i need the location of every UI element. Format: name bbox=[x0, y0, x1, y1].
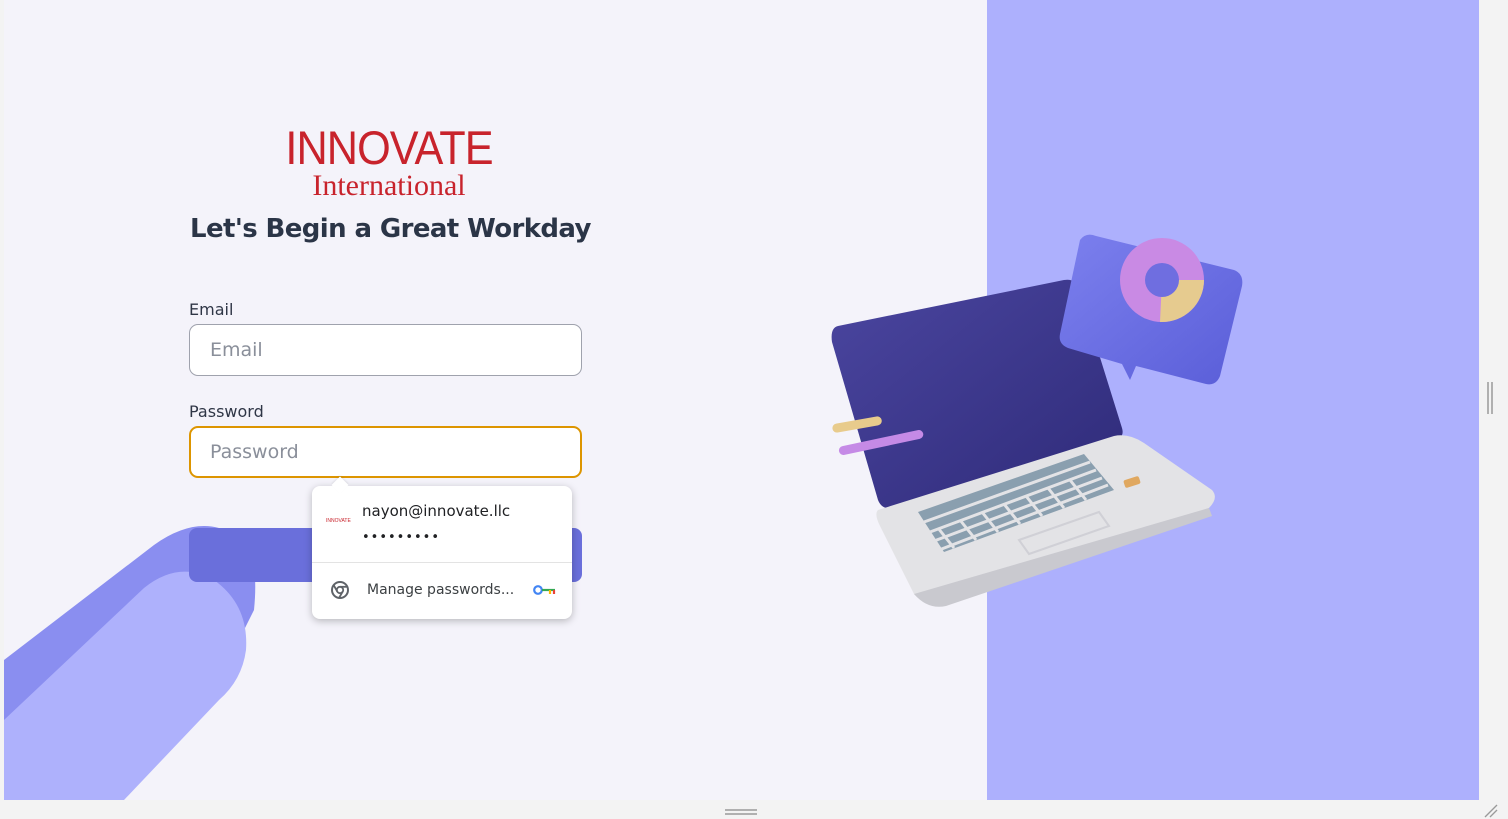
page-viewport: INNOVATE International Let's Begin a Gre… bbox=[4, 0, 1479, 800]
site-favicon-icon: INNOVATE bbox=[326, 518, 351, 524]
hand-arm-illustration bbox=[4, 526, 256, 800]
logo-line-international: International bbox=[312, 169, 466, 202]
password-autofill-popup: INNOVATE nayon@innovate.llc ••••••••• Ma… bbox=[312, 476, 572, 619]
password-label: Password bbox=[189, 402, 264, 421]
key-icon bbox=[533, 585, 556, 595]
saved-credential-password: ••••••••• bbox=[362, 530, 441, 545]
chrome-icon bbox=[331, 581, 349, 599]
innovate-logo: INNOVATE International bbox=[274, 121, 504, 202]
horizontal-resize-handle[interactable] bbox=[724, 808, 758, 816]
saved-credential-item[interactable]: INNOVATE nayon@innovate.llc ••••••••• bbox=[312, 486, 572, 562]
page-title: Let's Begin a Great Workday bbox=[190, 214, 592, 244]
manage-passwords-item[interactable]: Manage passwords... bbox=[312, 563, 572, 619]
email-label: Email bbox=[189, 300, 234, 319]
logo-line-innovate: INNOVATE bbox=[285, 121, 493, 174]
manage-passwords-label: Manage passwords... bbox=[367, 582, 515, 598]
corner-resize-icon[interactable] bbox=[1484, 804, 1498, 818]
vertical-resize-handle[interactable] bbox=[1486, 381, 1494, 415]
laptop-illustration bbox=[831, 234, 1243, 607]
saved-credential-email: nayon@innovate.llc bbox=[362, 502, 511, 520]
email-field[interactable] bbox=[189, 324, 582, 376]
password-field[interactable] bbox=[189, 426, 582, 478]
